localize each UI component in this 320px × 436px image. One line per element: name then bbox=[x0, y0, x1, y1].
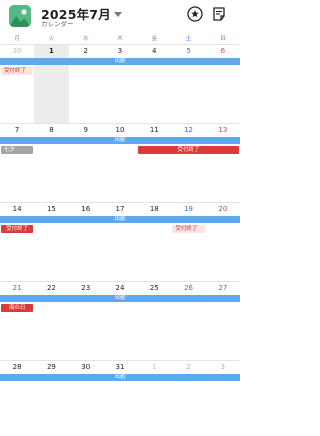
day-cell[interactable]: 30 bbox=[0, 46, 34, 56]
day-cell[interactable]: 13 bbox=[206, 125, 240, 135]
weekday-label: 火 bbox=[48, 36, 55, 42]
day-cell[interactable]: 2 bbox=[171, 362, 205, 372]
favorite-button[interactable] bbox=[187, 6, 203, 22]
day-cell[interactable]: 31 bbox=[103, 362, 137, 372]
day-cell[interactable]: 11 bbox=[137, 125, 171, 135]
day-cell[interactable]: 26 bbox=[171, 283, 205, 293]
memo-button[interactable] bbox=[211, 6, 227, 22]
day-cell[interactable]: 22 bbox=[34, 283, 68, 293]
weekday-label: 日 bbox=[220, 36, 226, 42]
day-cell[interactable]: 23 bbox=[69, 283, 103, 293]
app-header: 2025年7月 カレンダー bbox=[0, 0, 240, 34]
day-cell[interactable]: 4 bbox=[137, 46, 171, 56]
day-cell[interactable]: 7 bbox=[0, 125, 34, 135]
event-tag[interactable]: 受付終了 bbox=[172, 225, 205, 233]
day-cell[interactable]: 30 bbox=[69, 362, 103, 372]
day-cell[interactable]: 10 bbox=[103, 125, 137, 135]
event-tag[interactable]: 七夕 bbox=[1, 146, 34, 154]
shift-bar[interactable]: 出勤 bbox=[0, 216, 240, 223]
shift-bar[interactable]: 出勤 bbox=[0, 374, 240, 381]
shift-bar[interactable]: 出勤 bbox=[0, 295, 240, 302]
week-divider bbox=[0, 360, 240, 361]
event-tag[interactable]: 受付終了 bbox=[1, 67, 34, 75]
event-tag[interactable]: 海の日 bbox=[1, 304, 34, 312]
chevron-down-icon bbox=[113, 12, 122, 17]
shift-bar[interactable]: 出勤 bbox=[0, 137, 240, 144]
day-cell[interactable]: 2 bbox=[69, 46, 103, 56]
day-cell[interactable]: 6 bbox=[206, 46, 240, 56]
weekday-label: 木 bbox=[117, 36, 123, 42]
calendar-app-icon[interactable] bbox=[9, 5, 31, 27]
event-tag[interactable]: 受付終了 bbox=[138, 146, 239, 154]
week-row: 7 8 9 10 11 12 13 出勤七夕 受付終了 bbox=[0, 123, 240, 202]
day-cell[interactable]: 29 bbox=[34, 362, 68, 372]
weekday-label: 月 bbox=[14, 36, 20, 42]
weekday-label: 金 bbox=[151, 36, 158, 42]
week-divider bbox=[0, 202, 240, 203]
day-cell[interactable]: 21 bbox=[0, 283, 34, 293]
event-tag[interactable]: 受付終了 bbox=[1, 225, 34, 233]
day-cell[interactable]: 17 bbox=[103, 204, 137, 214]
day-cell[interactable]: 24 bbox=[103, 283, 137, 293]
day-cell[interactable]: 20 bbox=[206, 204, 240, 214]
week-row: 28 29 30 31 1 2 3 出勤 bbox=[0, 360, 240, 436]
day-cell[interactable]: 8 bbox=[34, 125, 68, 135]
day-cell[interactable]: 9 bbox=[69, 125, 103, 135]
day-cell[interactable]: 19 bbox=[171, 204, 205, 214]
day-cell[interactable]: 27 bbox=[206, 283, 240, 293]
weekday-label: 水 bbox=[82, 36, 89, 42]
calendar-subtitle: カレンダー bbox=[41, 20, 74, 28]
day-cell[interactable]: 3 bbox=[206, 362, 240, 372]
week-divider bbox=[0, 281, 240, 282]
day-cell[interactable]: 18 bbox=[137, 204, 171, 214]
day-cell[interactable]: 3 bbox=[103, 46, 137, 56]
day-cell[interactable]: 25 bbox=[137, 283, 171, 293]
shift-bar[interactable]: 出勤 bbox=[0, 58, 240, 65]
day-cell[interactable]: 1 bbox=[137, 362, 171, 372]
week-row: 30 1 2 3 4 5 6 出勤受付終了 bbox=[0, 44, 240, 123]
weekday-header: 月 火 水 木 金 土 日 bbox=[0, 34, 240, 44]
day-cell[interactable]: 16 bbox=[69, 204, 103, 214]
weekday-label: 土 bbox=[185, 36, 192, 42]
day-cell[interactable]: 5 bbox=[171, 46, 205, 56]
memo-icon bbox=[213, 7, 225, 21]
week-row: 21 22 23 24 25 26 27 出勤海の日 bbox=[0, 281, 240, 360]
day-cell[interactable]: 28 bbox=[0, 362, 34, 372]
today-highlight bbox=[34, 45, 69, 123]
day-cell[interactable]: 15 bbox=[34, 204, 68, 214]
day-cell[interactable]: 1 bbox=[34, 46, 68, 56]
day-cell[interactable]: 14 bbox=[0, 204, 34, 214]
day-cell[interactable]: 12 bbox=[171, 125, 205, 135]
week-divider bbox=[0, 123, 240, 124]
star-icon bbox=[187, 6, 203, 22]
week-row: 14 15 16 17 18 19 20 出勤受付終了 受付終了 bbox=[0, 202, 240, 281]
